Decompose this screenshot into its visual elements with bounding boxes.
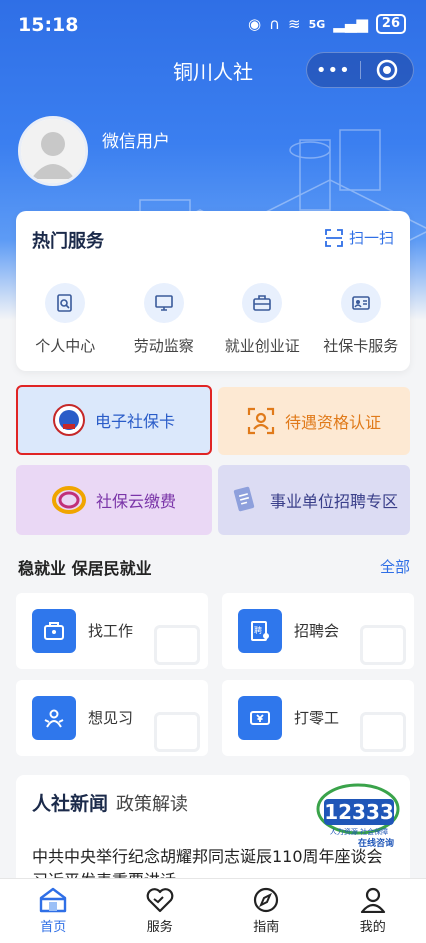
cloud-ring-icon <box>51 486 86 514</box>
more-menu-button[interactable]: ••• <box>307 60 360 81</box>
headphones-icon: ∩ <box>269 15 281 33</box>
tab-home[interactable]: 首页 <box>0 879 107 943</box>
find-job-card[interactable]: 找工作 <box>16 593 208 669</box>
monitor-icon <box>143 283 184 323</box>
tab-policy-interpretation[interactable]: 政策解读 <box>116 790 188 816</box>
badge-number: 12333 <box>324 800 394 824</box>
watermark-decoration <box>360 625 406 665</box>
battery-indicator: 26 <box>375 14 406 34</box>
job-label: 打零工 <box>294 709 340 727</box>
eye-icon: ◉ <box>247 15 262 33</box>
close-miniapp-button[interactable] <box>360 59 413 81</box>
tab-services[interactable]: 服务 <box>107 879 214 943</box>
face-scan-icon <box>247 407 275 435</box>
service-label: 个人中心 <box>35 337 96 355</box>
user-silhouette-icon <box>21 119 85 183</box>
tab-profile[interactable]: 我的 <box>320 879 426 943</box>
view-all-link[interactable]: 全部 <box>380 556 410 577</box>
watermark-decoration <box>154 625 200 665</box>
id-search-icon <box>45 283 86 323</box>
recruit-icon: 聘 <box>238 609 282 653</box>
service-labor-inspection[interactable]: 劳动监察 <box>115 283 214 356</box>
bottom-tab-bar: 首页 服务 指南 我的 <box>0 878 426 943</box>
tile-label: 电子社保卡 <box>94 412 175 431</box>
odd-job-card[interactable]: 打零工 <box>222 680 414 756</box>
tab-label: 首页 <box>40 920 67 935</box>
scan-button[interactable]: 扫一扫 <box>325 227 394 248</box>
heart-handshake-icon <box>146 888 174 913</box>
cloud-payment-tile[interactable]: 社保云缴费 <box>16 465 212 535</box>
target-icon <box>376 59 397 81</box>
job-label: 想见习 <box>88 709 134 727</box>
consult-12333-badge[interactable]: 12333 人力资源 社会保障 在线咨询 <box>306 779 406 851</box>
electronic-social-card-tile[interactable]: 电子社保卡 <box>16 385 212 455</box>
tab-label: 服务 <box>146 920 173 935</box>
benefit-certification-tile[interactable]: 待遇资格认证 <box>218 387 410 455</box>
internship-card[interactable]: 想见习 <box>16 680 208 756</box>
service-social-card[interactable]: 社保卡服务 <box>312 283 411 356</box>
job-label: 找工作 <box>88 622 134 640</box>
scan-label: 扫一扫 <box>348 229 394 247</box>
form-pen-icon <box>233 486 255 512</box>
status-bar: 15:18 ◉ ∩ ≋ 5G ▂▄▆ 26 <box>0 0 426 52</box>
compass-icon <box>254 887 279 913</box>
username[interactable]: 微信用户 <box>102 127 170 152</box>
job-label: 招聘会 <box>294 622 340 640</box>
hot-services-card: 热门服务 扫一扫 个人中心 劳动监察 就业创业证 社保卡服务 <box>16 211 410 371</box>
tile-label: 事业单位招聘专区 <box>269 492 398 511</box>
tab-label: 指南 <box>253 920 280 935</box>
badge-subtitle: 人力资源 社会保障 <box>330 827 388 836</box>
service-label: 劳动监察 <box>133 337 194 355</box>
tab-label: 我的 <box>359 920 386 935</box>
trainee-icon <box>32 696 76 740</box>
avatar[interactable] <box>18 116 88 186</box>
yen-ticket-icon <box>238 696 282 740</box>
network-label: 5G <box>308 17 326 31</box>
public-institution-recruitment-tile[interactable]: 事业单位招聘专区 <box>218 465 410 535</box>
hot-services-title: 热门服务 <box>32 227 104 253</box>
service-employment-certificate[interactable]: 就业创业证 <box>213 283 312 356</box>
person-icon <box>360 887 385 913</box>
tile-label: 待遇资格认证 <box>284 413 381 432</box>
tab-guide[interactable]: 指南 <box>213 879 320 943</box>
id-card-icon <box>340 283 381 323</box>
service-personal-center[interactable]: 个人中心 <box>16 283 115 356</box>
employment-section-header: 稳就业 保居民就业 全部 <box>18 555 410 578</box>
section-title: 稳就业 保居民就业 <box>18 559 152 578</box>
tab-hr-news[interactable]: 人社新闻 <box>32 789 109 816</box>
watermark-decoration <box>154 712 200 752</box>
home-icon <box>40 887 67 913</box>
status-time: 15:18 <box>18 14 79 36</box>
miniapp-capsule: ••• <box>306 52 414 88</box>
service-label: 就业创业证 <box>224 337 300 355</box>
scan-icon <box>325 228 343 247</box>
service-label: 社保卡服务 <box>323 337 399 355</box>
tile-label: 社保云缴费 <box>95 492 176 511</box>
job-fair-card[interactable]: 聘 招聘会 <box>222 593 414 669</box>
svg-text:聘: 聘 <box>254 625 262 635</box>
wifi-icon: ≋ <box>288 15 301 33</box>
signal-icon: ▂▄▆ <box>333 15 368 33</box>
briefcase-icon <box>242 283 283 323</box>
briefcase-icon <box>32 609 76 653</box>
watermark-decoration <box>360 712 406 752</box>
social-card-emblem-icon <box>52 404 85 436</box>
